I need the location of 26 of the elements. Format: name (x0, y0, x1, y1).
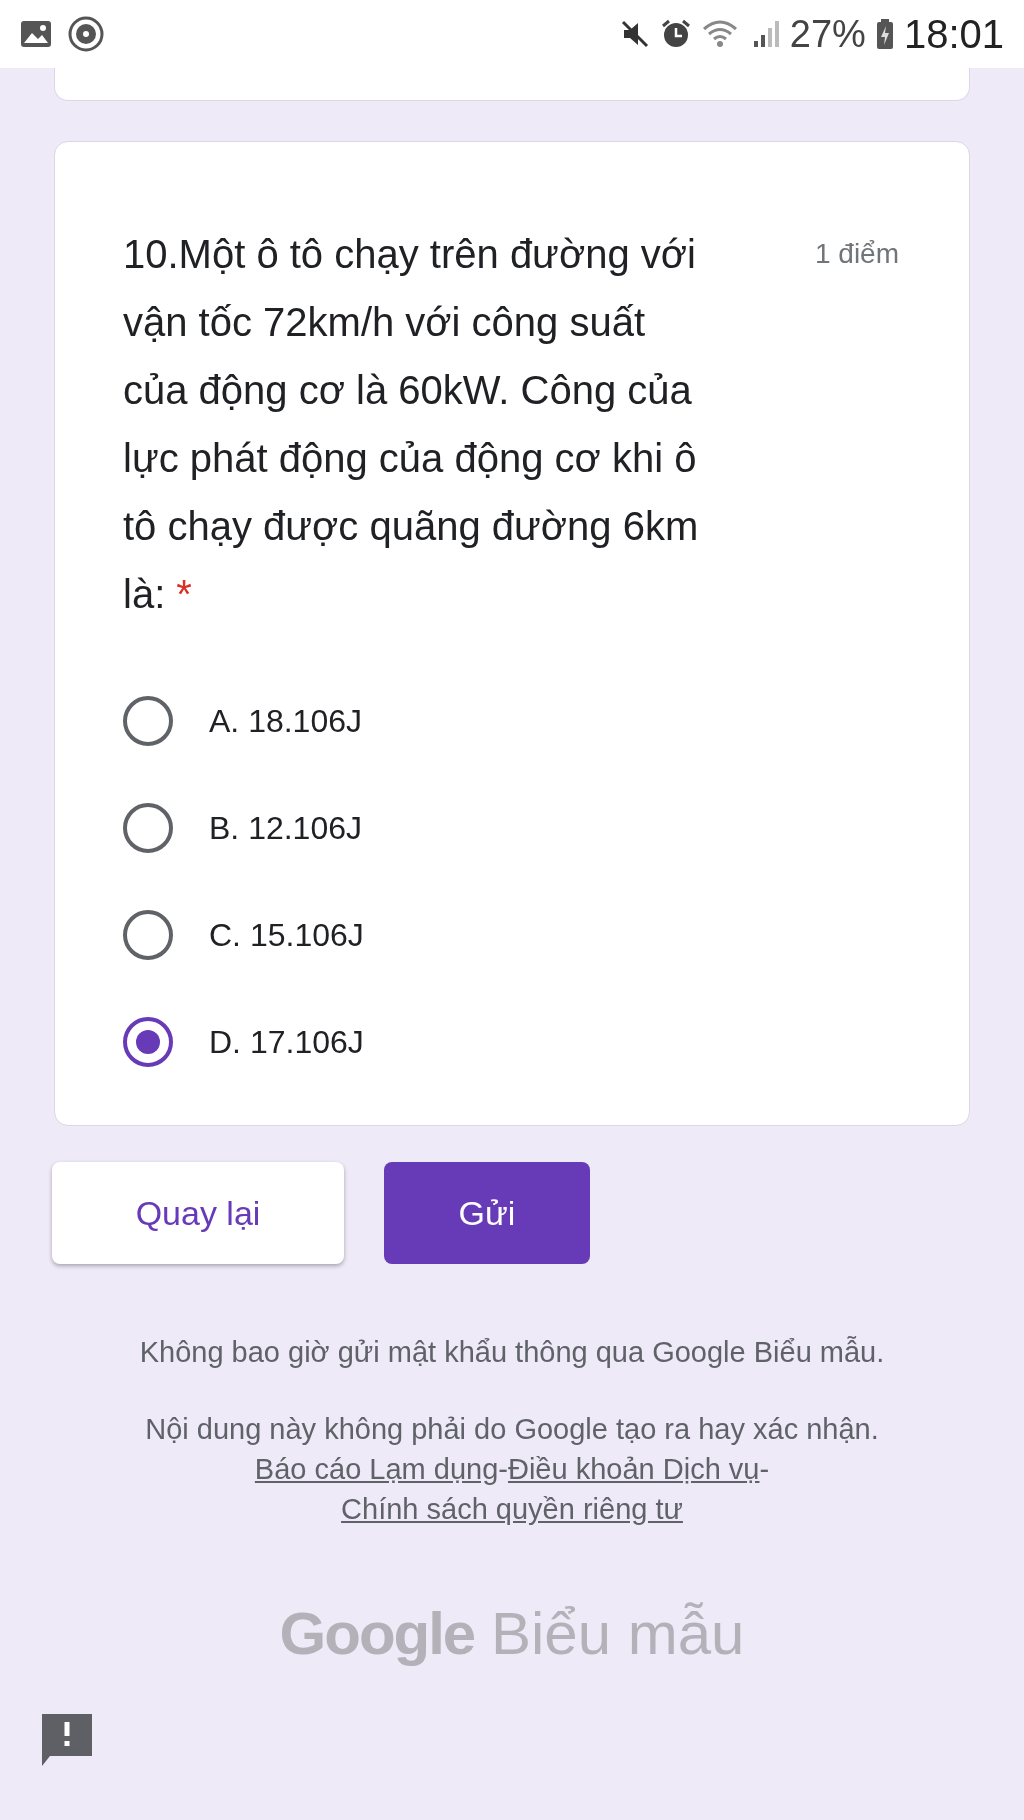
signal-icon (751, 19, 780, 49)
disclaimer-text: Nội dung này không phải do Google tạo ra hay xác nhận. Báo cáo Lạm dụng-Điều khoản Dịch vụ- Chính sách quyền riêng tư (144, 1412, 880, 1527)
option-label: D. 17.106J (209, 1023, 364, 1061)
alarm-icon (659, 18, 692, 50)
radio-button[interactable] (123, 803, 173, 853)
mute-icon (619, 19, 650, 49)
footer-link[interactable]: Báo cáo Lạm dụng (254, 1453, 499, 1485)
radio-button[interactable] (123, 696, 173, 746)
password-warning: Không bao giờ gửi mật khẩu thông qua Google Biểu mẫu. (138, 1336, 886, 1369)
battery-percent: 27% (789, 12, 866, 56)
submit-button[interactable]: Gửi (384, 1162, 590, 1264)
footer-link[interactable]: Chính sách quyền riêng tư (341, 1493, 683, 1525)
battery-charging-icon (875, 18, 894, 50)
image-icon (20, 20, 52, 48)
option-label: C. 15.106J (209, 916, 364, 954)
footer-link[interactable]: Điều khoản Dịch vụ (508, 1453, 760, 1485)
points-label: 1 điểm (814, 237, 899, 270)
google-forms-logo: Google Biểu mẫu (279, 1599, 745, 1668)
radio-button[interactable] (123, 910, 173, 960)
back-button[interactable]: Quay lại (52, 1162, 344, 1264)
option-label: A. 18.106J (209, 702, 362, 740)
question-text: 10.Một ô tô chạy trên đường với vận tốc 72km/h với công suất của động cơ là 60kW. Công của lực phát động của động cơ khi ô tô chạy được quãng đường 6km là: * (123, 231, 700, 618)
clock: 18:01 (903, 11, 1004, 57)
option-label: B. 12.106J (209, 809, 362, 847)
aperture-icon (68, 16, 104, 52)
radio-button[interactable] (123, 1017, 173, 1067)
